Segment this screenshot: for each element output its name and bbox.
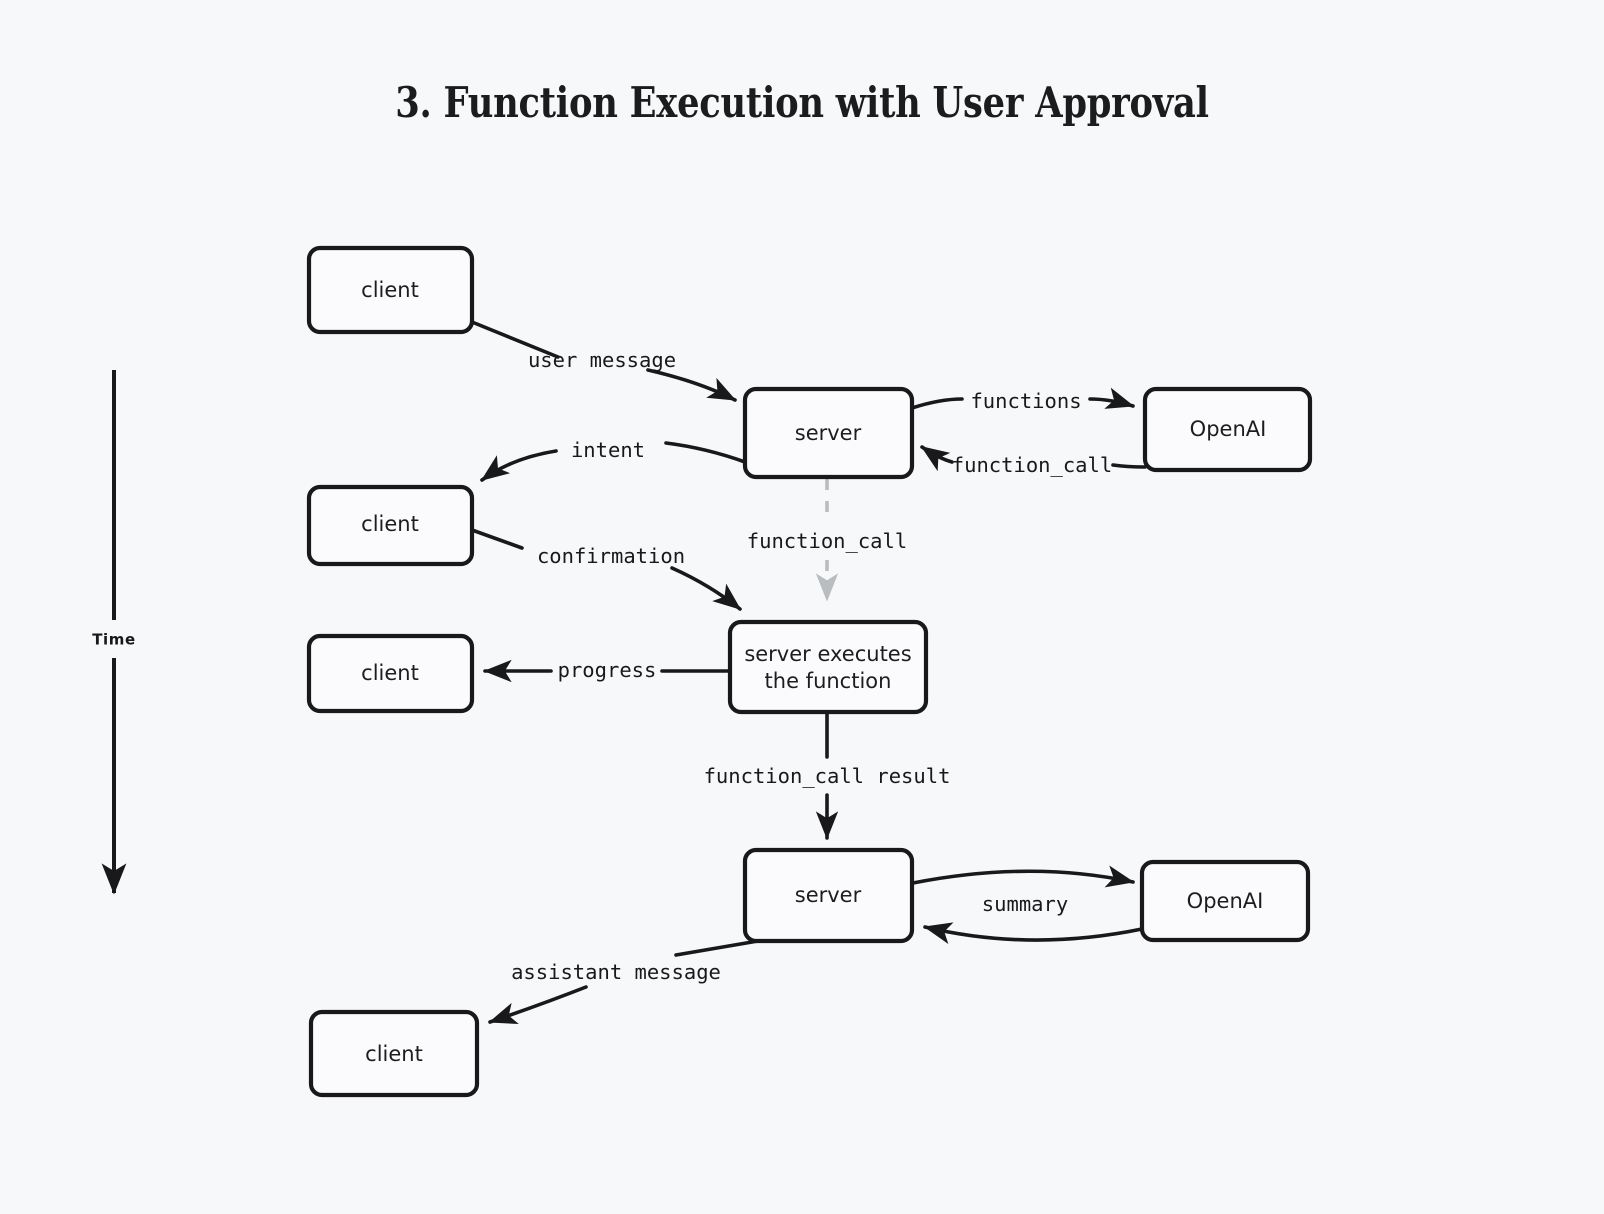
edge-functions: functions <box>910 387 1135 413</box>
node-client-3[interactable]: client <box>306 633 475 714</box>
node-openai-1-label: OpenAI <box>1190 417 1267 441</box>
node-client-1[interactable]: client <box>306 245 475 335</box>
edge-intent-line-a <box>664 441 747 464</box>
node-openai-1[interactable]: OpenAI <box>1142 386 1313 473</box>
edge-assistant-message-line-b <box>488 985 588 1024</box>
node-server-1[interactable]: server <box>742 386 915 480</box>
edge-summary-line-back <box>923 922 1144 945</box>
node-client-1-label: client <box>361 278 419 302</box>
diagram-canvas: 3. Function Execution with User Approval… <box>0 0 1604 1214</box>
node-server-executes[interactable]: server executes the function <box>727 619 929 715</box>
edge-function-call-dashed-label: function_call <box>747 529 907 553</box>
node-server-2[interactable]: server <box>742 847 915 944</box>
edge-function-call-dashed: function_call <box>747 479 907 602</box>
edge-confirmation-label: confirmation <box>537 544 685 568</box>
edge-summary-line-forward <box>911 865 1135 888</box>
edge-intent-label: intent <box>571 438 645 462</box>
edge-function-call-openai-label: function_call <box>952 453 1112 477</box>
node-server-executes-label-line1: server executes <box>744 642 911 666</box>
node-server-executes-label-line2: the function <box>765 669 892 693</box>
edge-functions-line-b <box>1088 387 1135 409</box>
edge-assistant-message-line-a <box>674 939 760 957</box>
edge-intent-line-b <box>480 449 558 482</box>
edge-function-call-result: function_call result <box>704 711 951 840</box>
edge-functions-line-a <box>910 397 964 410</box>
edge-function-call-openai-line-b <box>920 445 954 472</box>
edge-user-message: user message <box>470 320 737 402</box>
time-axis: Time <box>92 370 136 895</box>
edge-progress-label: progress <box>558 658 657 682</box>
edge-function-call-openai-line-a <box>1111 463 1147 469</box>
node-client-2-label: client <box>361 512 419 536</box>
edge-user-message-line-b <box>646 368 737 402</box>
sequence-diagram-svg: Time user message functions function_cal… <box>92 245 1313 1098</box>
edge-assistant-message: assistant message <box>488 939 760 1024</box>
node-client-4[interactable]: client <box>308 1009 480 1098</box>
edge-function-call-openai: function_call <box>920 445 1147 477</box>
edge-summary: summary <box>911 865 1144 945</box>
node-client-3-label: client <box>361 661 419 685</box>
edge-assistant-message-label: assistant message <box>511 960 721 984</box>
edge-user-message-label: user message <box>528 348 676 372</box>
node-client-2[interactable]: client <box>306 484 475 567</box>
node-server-1-label: server <box>795 421 862 445</box>
edge-functions-label: functions <box>970 389 1081 413</box>
node-openai-2-label: OpenAI <box>1187 889 1264 913</box>
edge-confirmation: confirmation <box>470 528 742 611</box>
edge-summary-label: summary <box>982 892 1068 916</box>
edge-intent: intent <box>480 438 747 482</box>
node-server-executes-shape[interactable] <box>727 619 929 715</box>
node-client-4-label: client <box>365 1042 423 1066</box>
node-openai-2[interactable]: OpenAI <box>1139 859 1311 943</box>
edge-progress: progress <box>483 658 732 683</box>
time-axis-label: Time <box>92 631 136 649</box>
edge-confirmation-line-b <box>670 566 742 611</box>
node-server-2-label: server <box>795 883 862 907</box>
edge-confirmation-line-a <box>470 528 524 550</box>
edge-function-call-result-label: function_call result <box>704 764 951 788</box>
